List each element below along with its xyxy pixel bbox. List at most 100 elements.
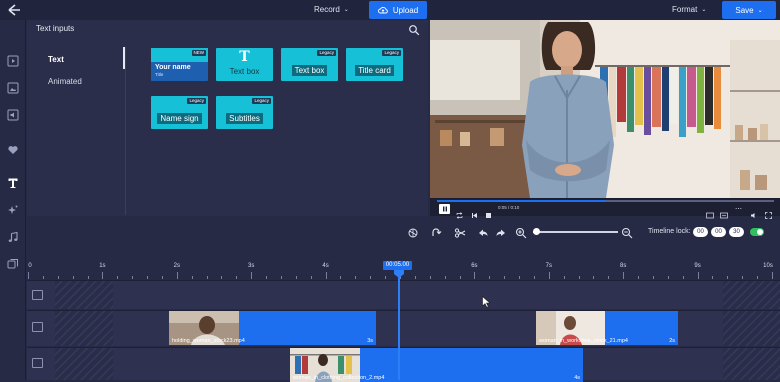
chevron-down-icon: ⌄: [757, 7, 763, 14]
ruler-tick: [57, 276, 59, 279]
lock-minutes-field[interactable]: 00: [693, 227, 708, 237]
zoom-slider-track[interactable]: [533, 231, 618, 233]
category-active-indicator: [123, 47, 125, 69]
ruler-tick: [221, 276, 223, 279]
timeline-clip[interactable]: holding_woman_stock23.mp4 3s: [169, 311, 376, 345]
pause-button[interactable]: [439, 204, 450, 214]
tile-label-wrap: Title card: [346, 60, 403, 78]
redo-loop-icon[interactable]: [430, 226, 442, 238]
clip-duration: 2s: [669, 338, 675, 344]
ruler-tick: [236, 276, 238, 279]
track-hatch-right: [723, 348, 780, 380]
template-tile-text-box[interactable]: T Text box: [216, 48, 273, 81]
search-icon[interactable]: [408, 23, 420, 36]
volume-icon[interactable]: [750, 206, 757, 224]
ruler-tick: [489, 276, 491, 279]
layers-icon[interactable]: [6, 257, 20, 271]
fullscreen-icon[interactable]: [765, 206, 772, 224]
tile-label: Name sign: [157, 113, 202, 124]
category-divider: [125, 47, 126, 215]
redo-icon[interactable]: [495, 226, 507, 238]
music-note-icon[interactable]: [6, 230, 20, 244]
template-tile-title-card[interactable]: Legacy Title card: [346, 48, 403, 81]
ruler-tick: [757, 276, 759, 279]
template-tile-your-name[interactable]: NEW Your name Title: [151, 48, 208, 81]
ruler-tick: [429, 276, 431, 279]
tile-badge: Legacy: [187, 98, 206, 104]
clip-name: woman_in_clothing_collection_2.mp4: [293, 375, 385, 381]
playhead-handle[interactable]: [394, 270, 404, 278]
zoom-out-icon[interactable]: [621, 226, 633, 239]
previous-frame-icon[interactable]: [471, 206, 478, 224]
ruler-tick: [504, 276, 506, 279]
effects-sparkle-icon[interactable]: [6, 203, 20, 217]
clip-duration: 3s: [367, 338, 373, 344]
playhead-time: 00:05.00: [383, 261, 412, 270]
split-scissors-icon[interactable]: [454, 226, 466, 238]
format-label: Format: [672, 5, 698, 14]
text-tool-icon[interactable]: [6, 176, 20, 190]
ruler-tick: [191, 276, 193, 279]
tile-badge: NEW: [191, 50, 206, 56]
ruler-tick: [251, 272, 253, 279]
duplicate-icon[interactable]: [407, 226, 419, 238]
ruler-tick: [87, 276, 89, 279]
ruler-tick: [772, 272, 773, 279]
zoom-in-icon[interactable]: [515, 226, 527, 239]
image-media-icon[interactable]: [6, 81, 20, 95]
category-text[interactable]: Text: [48, 55, 64, 64]
template-tile-subtitles[interactable]: Legacy Subtitles: [216, 96, 273, 129]
ruler-tick: [638, 276, 640, 279]
image-track-icon: [32, 290, 43, 300]
timeline-track-image[interactable]: [27, 280, 780, 309]
lock-frames-field[interactable]: 30: [729, 227, 744, 237]
lock-seconds-field[interactable]: 00: [711, 227, 726, 237]
video-media-icon[interactable]: [6, 54, 20, 68]
track-hatch-right: [723, 281, 780, 309]
template-tile-text-box-legacy[interactable]: Legacy Text box: [281, 48, 338, 81]
ruler-tick-label: 9s: [694, 263, 701, 269]
back-arrow-icon[interactable]: [4, 1, 24, 19]
format-dropdown[interactable]: Format ⌄: [672, 0, 706, 20]
ruler-tick: [280, 276, 282, 279]
chevron-down-icon: ⌄: [701, 7, 707, 13]
category-animated[interactable]: Animated: [48, 77, 82, 86]
stop-icon[interactable]: [485, 206, 492, 224]
ruler-tick: [340, 276, 342, 279]
record-dropdown[interactable]: Record ⌄: [314, 0, 349, 20]
ruler-tick: [548, 272, 550, 279]
timeline-lock-label: Timeline lock:: [648, 228, 691, 235]
save-button[interactable]: Save ⌄: [722, 1, 776, 19]
tile-label-wrap: Name sign: [151, 108, 208, 126]
tile-label: Subtitles: [226, 113, 263, 124]
clip-name: woman_in_workshop_stock_21.mp4: [539, 338, 628, 344]
more-options-icon[interactable]: ⋯: [735, 205, 742, 213]
timeline-clip[interactable]: woman_in_clothing_collection_2.mp4 4s: [290, 348, 583, 382]
template-tile-name-sign[interactable]: Legacy Name sign: [151, 96, 208, 129]
captions-icon[interactable]: [720, 206, 728, 224]
ruler-tick: [593, 276, 595, 279]
playhead-line[interactable]: [398, 269, 400, 380]
audio-media-icon[interactable]: [6, 108, 20, 122]
tile-badge: Legacy: [317, 50, 336, 56]
loop-icon[interactable]: [456, 206, 463, 224]
heart-icon[interactable]: [6, 143, 20, 157]
ruler-tick: [132, 276, 134, 279]
ruler-tick: [310, 276, 312, 279]
undo-icon[interactable]: [477, 226, 489, 238]
ruler-tick-label: 2s: [173, 263, 180, 269]
upload-button[interactable]: Upload: [369, 1, 427, 19]
ruler-tick: [727, 276, 729, 279]
video-track-icon: [32, 358, 43, 368]
timeline-clip[interactable]: woman_in_workshop_stock_21.mp4 2s: [536, 311, 678, 345]
chevron-down-icon: ⌄: [343, 7, 349, 13]
zoom-slider-knob[interactable]: [532, 228, 540, 235]
ruler-tick: [459, 276, 461, 279]
ruler-tick: [578, 276, 580, 279]
aspect-ratio-icon[interactable]: [706, 206, 714, 224]
toggle-knob: [757, 229, 763, 235]
ruler-tick: [697, 272, 699, 279]
ruler-tick: [355, 276, 357, 279]
tile-sublabel: Title: [155, 72, 164, 77]
tile-label: Title card: [355, 65, 394, 76]
